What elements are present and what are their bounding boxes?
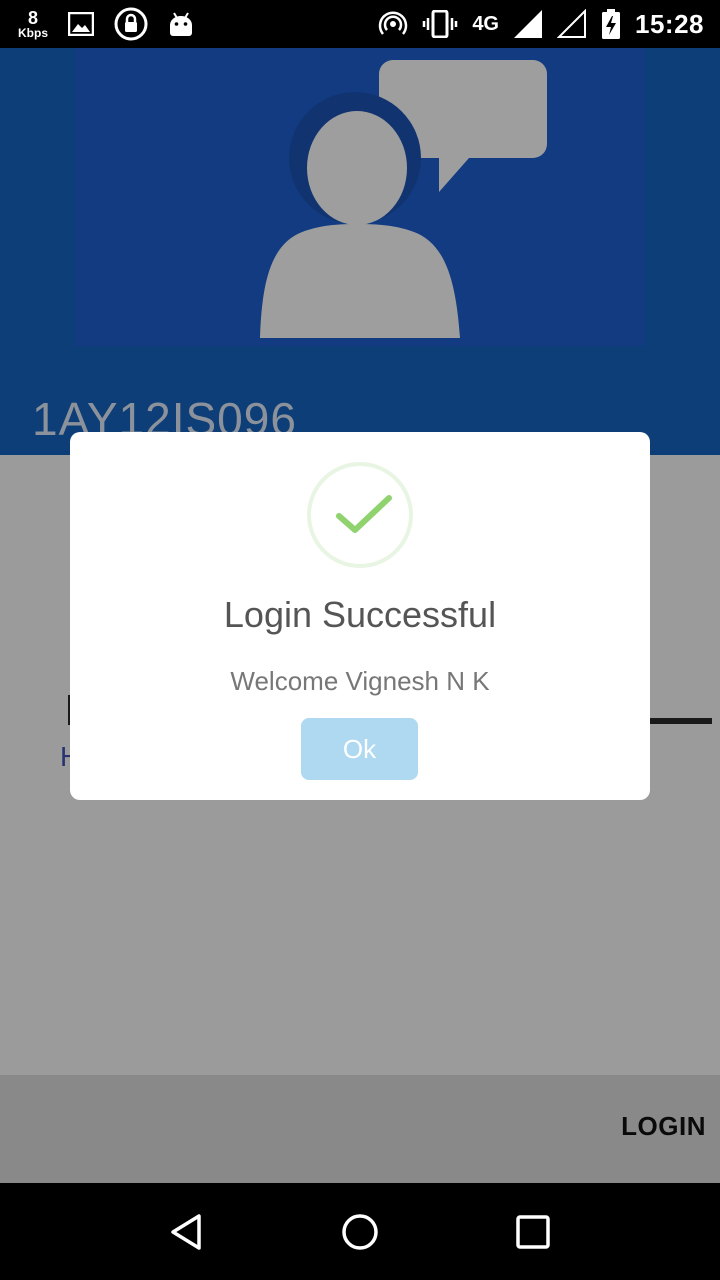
network-speed: 8 Kbps bbox=[18, 9, 48, 39]
lock-icon bbox=[114, 7, 148, 41]
android-icon bbox=[168, 11, 194, 37]
success-dialog: Login Successful Welcome Vignesh N K Ok bbox=[70, 432, 650, 800]
dialog-title: Login Successful bbox=[223, 594, 497, 635]
network-type: 4G bbox=[472, 12, 499, 35]
signal-icon bbox=[513, 9, 543, 39]
success-ring bbox=[307, 462, 413, 568]
navigation-bar bbox=[0, 1183, 720, 1280]
clock: 15:28 bbox=[635, 8, 704, 39]
back-icon[interactable] bbox=[157, 1202, 217, 1262]
speed-value: 8 bbox=[27, 8, 38, 28]
speed-unit: Kbps bbox=[18, 26, 48, 40]
home-icon[interactable] bbox=[330, 1202, 390, 1262]
battery-charging-icon bbox=[601, 9, 621, 39]
vibrate-icon bbox=[422, 10, 458, 38]
dialog-message: Welcome Vignesh N K bbox=[230, 666, 490, 696]
image-icon bbox=[68, 12, 94, 36]
check-icon bbox=[336, 495, 392, 533]
status-bar: 8 Kbps 4G 15:28 bbox=[0, 0, 720, 48]
recents-icon[interactable] bbox=[503, 1202, 563, 1262]
hotspot-icon bbox=[378, 9, 408, 39]
ok-button[interactable]: Ok bbox=[301, 718, 418, 780]
signal-empty-icon bbox=[557, 9, 587, 39]
screen: 8 Kbps 4G 15:28 1AY12IS096 LOGIN Login S… bbox=[0, 0, 720, 1280]
